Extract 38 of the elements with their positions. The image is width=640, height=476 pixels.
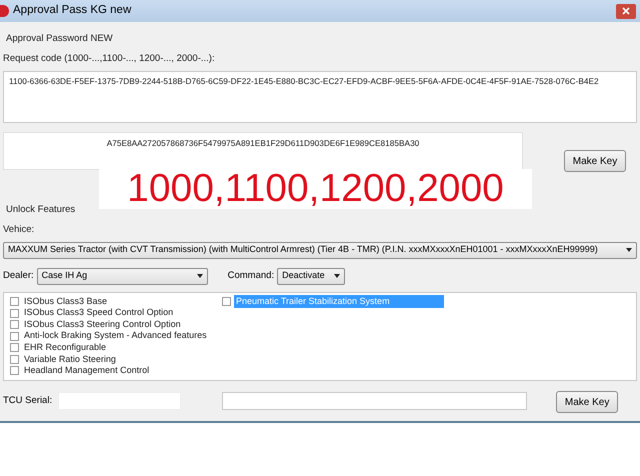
- feature-item[interactable]: Headland Management Control: [10, 364, 222, 377]
- feature-item[interactable]: ISObus Class3 Base: [10, 296, 222, 308]
- feature-item[interactable]: EHR Reconfigurable: [10, 342, 222, 354]
- group-title: Approval Password NEW: [6, 32, 114, 46]
- request-code-field[interactable]: 1100-6366-63DE-F5EF-1375-7DB9-2244-518B-D765-6C59-DF22-1E45-E880-BC3C-EC27-EFD9-ACBF-9EE5-5F6A-AFDE-0C4E-4F5F-91AE-7528-076C-B4E2: [3, 70, 637, 122]
- feature-item[interactable]: Anti-lock Braking System - Advanced features: [10, 330, 222, 342]
- close-icon: [622, 7, 630, 15]
- dealer-label: Dealer:: [3, 268, 34, 283]
- request-code-label: Request code (1000-...,1100-..., 1200-..., 2000-...):: [3, 52, 216, 66]
- feature-item[interactable]: ISObus Class3 Speed Control Option: [10, 307, 222, 320]
- vehicle-dropdown[interactable]: MAXXUM Series Tractor (with CVT Transmission) (with MultiControl Armrest) (Tier 4B - TMR) (P.I.N. xxxMXxxxXnEH01001 - xxxMXxxxXnEH99999): [3, 242, 637, 258]
- checkbox[interactable]: [10, 366, 19, 376]
- dealer-dropdown[interactable]: Case IH Ag: [36, 268, 208, 284]
- tcu-serial-label: TCU Serial:: [3, 394, 52, 408]
- caption-banner: 1000,1100,1200,2000: [99, 169, 532, 209]
- window-title: Approval Pass KG new: [13, 3, 132, 18]
- feature-item[interactable]: Variable Ratio Steering: [10, 353, 222, 366]
- close-button[interactable]: [616, 4, 636, 18]
- checkbox[interactable]: [10, 332, 19, 341]
- command-label: Command:: [228, 268, 274, 283]
- make-key-button[interactable]: Make Key: [564, 150, 626, 172]
- vehicle-label: Vehice:: [3, 223, 36, 238]
- checkbox[interactable]: [10, 320, 19, 330]
- dropdown-caret-icon: [334, 274, 340, 278]
- command-dropdown[interactable]: Deactivate: [277, 268, 346, 284]
- unlock-features-label: Unlock Features: [6, 203, 76, 217]
- dropdown-caret-icon: [626, 248, 632, 252]
- checkbox[interactable]: [10, 343, 19, 352]
- checkbox[interactable]: [222, 297, 231, 306]
- dropdown-caret-icon: [196, 274, 203, 278]
- feature-item[interactable]: ISObus Class3 Steering Control Option: [10, 318, 222, 331]
- key-output-field[interactable]: A75E8AA272057868736F5479975A891EB1F29D611D903DE6F1E989CE8185BA30: [3, 132, 523, 170]
- checkbox[interactable]: [10, 297, 19, 306]
- app-icon: [0, 5, 9, 17]
- checkbox[interactable]: [10, 354, 19, 364]
- key-field[interactable]: [222, 392, 528, 410]
- checkbox[interactable]: [10, 308, 19, 318]
- make-key-button[interactable]: Make Key: [556, 391, 618, 413]
